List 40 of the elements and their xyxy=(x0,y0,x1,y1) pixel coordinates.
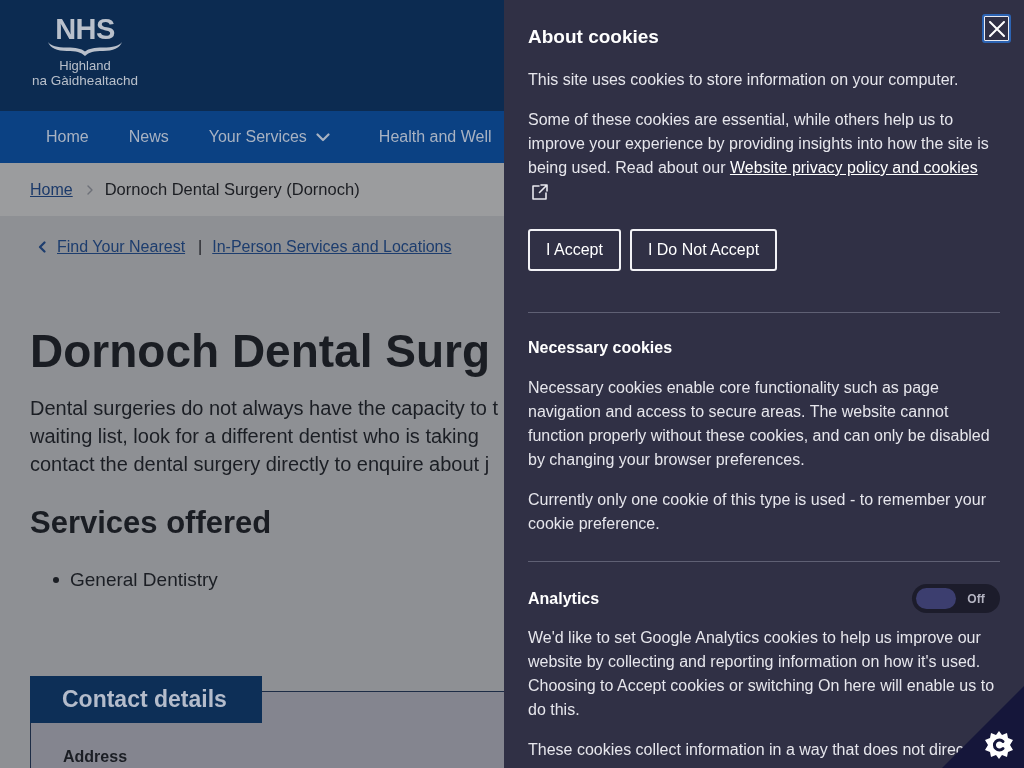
service-list-item: General Dentistry xyxy=(70,568,218,592)
related-link[interactable]: Find Your Nearest xyxy=(57,235,186,259)
cookie-choice-button[interactable]: I Do Not Accept xyxy=(629,229,778,271)
nav-link[interactable]: Home xyxy=(26,128,109,146)
logo-gaelic-name: na Gàidhealtachd xyxy=(32,73,138,89)
cookie-category-text: We'd like to set Google Analytics cookies to help us improve our website by collecting and reporting information on how it's used. Choosing to Accept cookies or switching On here will enable us to do this. xyxy=(528,628,996,720)
cookie-panel-title: About cookies xyxy=(528,25,660,49)
page-title: Dornoch Dental Surg xyxy=(30,324,492,379)
section-heading: Services offered xyxy=(30,504,273,542)
close-icon xyxy=(988,20,1005,37)
seal-icon xyxy=(985,731,1013,759)
chevron-right-icon xyxy=(86,184,93,195)
intro-text-line: Dental surgeries do not always have the capacity to t xyxy=(30,396,499,421)
analytics-toggle[interactable]: Off xyxy=(912,584,1000,613)
swoosh-icon xyxy=(47,41,123,57)
intro-text-line: contact the dental surgery directly to enquire about j xyxy=(30,452,490,477)
contact-details-heading: Contact details xyxy=(30,676,262,723)
cookie-intro-text: This site uses cookies to store information on your computer. xyxy=(528,70,960,90)
logo-region-name: Highland xyxy=(59,58,111,73)
breadcrumb-link[interactable]: Home xyxy=(30,180,73,199)
cookie-category-text: Currently only one cookie of this type is used - to remember your cookie preference. xyxy=(528,490,987,534)
chevron-left-icon xyxy=(38,241,46,253)
breadcrumb-current: Dornoch Dental Surgery (Dornoch) xyxy=(104,180,360,199)
nav-link[interactable]: News xyxy=(108,128,189,146)
external-link-icon xyxy=(532,184,548,200)
cookie-category-title: Necessary cookies xyxy=(528,338,674,358)
link-separator: | xyxy=(198,237,203,257)
privacy-policy-link[interactable]: Website privacy policy and cookies xyxy=(729,159,978,176)
bullet-icon xyxy=(53,577,59,583)
cookie-policy-text: Some of these cookies are essential, while others help us to improve your experience by providing insights into how the site is being used. Read about our Website privacy policy and cookies xyxy=(528,108,1000,204)
nav-link[interactable]: Health and Well xyxy=(358,128,504,146)
address-label: Address xyxy=(63,748,128,765)
logo-wordmark: NHS xyxy=(55,17,115,42)
related-link[interactable]: In-Person Services and Locations xyxy=(212,235,452,259)
intro-text-line: waiting list, look for a different dentist who is taking xyxy=(30,424,479,449)
nav-link[interactable]: Your Services xyxy=(188,128,359,146)
cookie-choice-button[interactable]: I Accept xyxy=(528,229,621,271)
close-button[interactable] xyxy=(982,14,1011,43)
cookie-category-title: Analytics xyxy=(528,588,600,609)
cookie-category-text: Necessary cookies enable core functionality such as page navigation and access to secure areas. The website cannot function properly without these cookies, and can only be disabled by changing your browser preferences. xyxy=(528,378,991,470)
